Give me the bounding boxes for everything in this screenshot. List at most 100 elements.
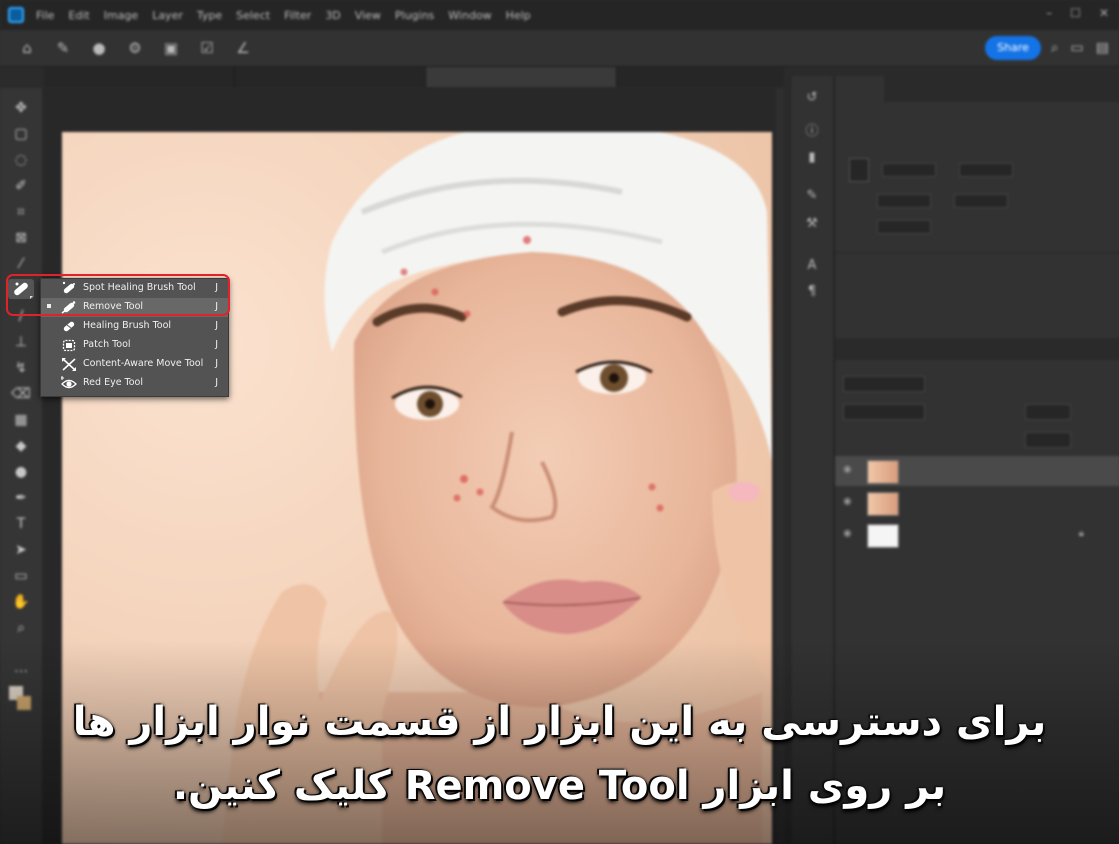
visibility-eye-icon[interactable]: ◉	[843, 496, 852, 507]
angle-icon[interactable]: ∠	[234, 39, 252, 57]
artboard-tool-icon[interactable]: ▢	[11, 124, 31, 144]
gradient-tool-icon[interactable]: ▦	[11, 410, 31, 430]
home-icon[interactable]: ⌂	[18, 39, 36, 57]
eraser-tool-icon[interactable]: ⌫	[11, 384, 31, 404]
layer-row[interactable]: ◉	[835, 488, 1119, 518]
layer-row-background[interactable]: ◉ 🔒︎	[835, 520, 1119, 550]
tab-adjustments[interactable]	[884, 76, 938, 102]
comments-icon[interactable]: ▮	[803, 150, 821, 168]
history-icon[interactable]: ↺	[803, 90, 821, 108]
y-field[interactable]	[953, 194, 1008, 208]
options-bar: ⌂ ✎ ● ⚙ ▣ ☑ ∠ Share ⌕ ▭ ▤	[0, 30, 1119, 67]
flyout-item-healing-brush[interactable]: Healing Brush Tool J	[41, 317, 228, 336]
flyout-item-label: Content-Aware Move Tool	[83, 358, 204, 369]
tab-libraries[interactable]	[938, 76, 978, 102]
menu-3d[interactable]: 3D	[325, 9, 340, 22]
zoom-tool-icon[interactable]: ⌕	[11, 618, 31, 638]
info-icon[interactable]: ⓘ	[803, 120, 821, 139]
arrange-icon[interactable]: ▤	[1096, 40, 1109, 56]
lasso-tool-icon[interactable]: ◌	[11, 150, 31, 170]
layers-tabs	[835, 338, 1119, 360]
shortcut-key: J	[215, 377, 218, 388]
menu-file[interactable]: File	[36, 9, 54, 22]
visibility-eye-icon[interactable]: ◉	[843, 528, 852, 539]
adjust-icon[interactable]: A	[803, 258, 821, 276]
blemish-mark	[431, 288, 439, 296]
lock-icon[interactable]: 🔒︎	[1079, 528, 1084, 539]
link-icon[interactable]	[849, 158, 869, 182]
history-brush-tool-icon[interactable]: ↯	[11, 358, 31, 378]
blemish-mark	[476, 488, 484, 496]
menu-help[interactable]: Help	[506, 9, 531, 22]
menu-window[interactable]: Window	[448, 9, 491, 22]
options-right-icons: ⌕ ▭ ▤	[1051, 40, 1109, 56]
transform-fields-1	[835, 152, 1119, 188]
healing-brush-icon	[61, 319, 77, 334]
quick-select-tool-icon[interactable]: ✐	[11, 176, 31, 196]
x-field[interactable]	[958, 163, 1013, 177]
sample-icon[interactable]: ▣	[162, 39, 180, 57]
flyout-item-red-eye[interactable]: Red Eye Tool J	[41, 374, 228, 393]
blur-tool-icon[interactable]: ◆	[11, 436, 31, 456]
path-select-tool-icon[interactable]: ➤	[11, 540, 31, 560]
menu-view[interactable]: View	[355, 9, 381, 22]
height-field[interactable]	[877, 194, 931, 208]
rectangle-tool-icon[interactable]: ▭	[11, 566, 31, 586]
checkbox-icon[interactable]: ☑	[198, 39, 216, 57]
menu-edit[interactable]: Edit	[68, 9, 89, 22]
minimize-icon[interactable]: –	[1046, 6, 1052, 20]
tab-document-2[interactable]	[235, 67, 426, 87]
menu-plugins[interactable]: Plugins	[395, 9, 434, 22]
hand-tool-icon[interactable]: ✋	[11, 592, 31, 612]
eyedropper-tool-icon[interactable]: ⁄	[11, 254, 31, 274]
tab-document-active[interactable]	[426, 67, 617, 87]
opacity-field[interactable]	[1025, 404, 1071, 420]
menu-select[interactable]: Select	[236, 9, 270, 22]
brush-settings-icon[interactable]: ✎	[803, 188, 821, 206]
angle-field[interactable]	[877, 220, 931, 234]
search-icon[interactable]: ⌕	[1051, 40, 1059, 56]
highlight-frame	[6, 274, 230, 316]
photoshop-logo-icon	[8, 7, 24, 23]
share-button[interactable]: Share	[985, 36, 1041, 60]
visibility-eye-icon[interactable]: ◉	[843, 464, 852, 475]
move-tool-icon[interactable]: ✥	[11, 98, 31, 118]
blemish-mark	[400, 268, 408, 276]
pen-tool-icon[interactable]: ✒	[11, 488, 31, 508]
menu-image[interactable]: Image	[104, 9, 138, 22]
layer-row-selected[interactable]: ◉	[835, 456, 1119, 486]
paragraph-icon[interactable]: ¶	[803, 284, 821, 302]
close-icon[interactable]: ✕	[1099, 6, 1109, 20]
menu-type[interactable]: Type	[197, 9, 222, 22]
dodge-tool-icon[interactable]: ●	[11, 462, 31, 482]
frame-tool-icon[interactable]: ⊠	[11, 228, 31, 248]
tab-document-1[interactable]	[44, 67, 235, 87]
red-eye-icon	[60, 376, 77, 391]
fill-field[interactable]	[1025, 432, 1071, 448]
blemish-mark	[648, 483, 656, 491]
layer-thumbnail	[867, 460, 899, 484]
layer-thumbnail	[867, 524, 899, 548]
crop-tool-icon[interactable]: ⌗	[11, 202, 31, 222]
flyout-item-content-aware-move[interactable]: Content-Aware Move Tool J	[41, 355, 228, 374]
tab-properties[interactable]	[835, 76, 884, 102]
window-controls: – ☐ ✕	[1046, 6, 1109, 20]
maximize-icon[interactable]: ☐	[1070, 6, 1081, 20]
properties-row	[835, 108, 1119, 130]
width-field[interactable]	[881, 163, 936, 177]
menu-filter[interactable]: Filter	[284, 9, 311, 22]
blemish-mark	[463, 310, 471, 318]
layer-filter-select[interactable]	[843, 376, 925, 392]
type-tool-icon[interactable]: T	[11, 514, 31, 534]
swatches-icon[interactable]: ⚒	[803, 216, 821, 234]
brush-size-icon[interactable]: ●	[90, 39, 108, 57]
caption-line-2: بر روی ابزار Remove Tool کلیک کنین.	[172, 763, 947, 809]
blend-mode-select[interactable]	[843, 404, 925, 420]
flyout-item-label: Healing Brush Tool	[83, 320, 172, 331]
workspace-icon[interactable]: ▭	[1071, 40, 1084, 56]
menu-layer[interactable]: Layer	[152, 9, 183, 22]
mode-icon[interactable]: ⚙	[126, 39, 144, 57]
flyout-item-patch[interactable]: Patch Tool J	[41, 336, 228, 355]
tool-preset-icon[interactable]: ✎	[54, 39, 72, 57]
clone-stamp-tool-icon[interactable]: ⊥	[11, 332, 31, 352]
